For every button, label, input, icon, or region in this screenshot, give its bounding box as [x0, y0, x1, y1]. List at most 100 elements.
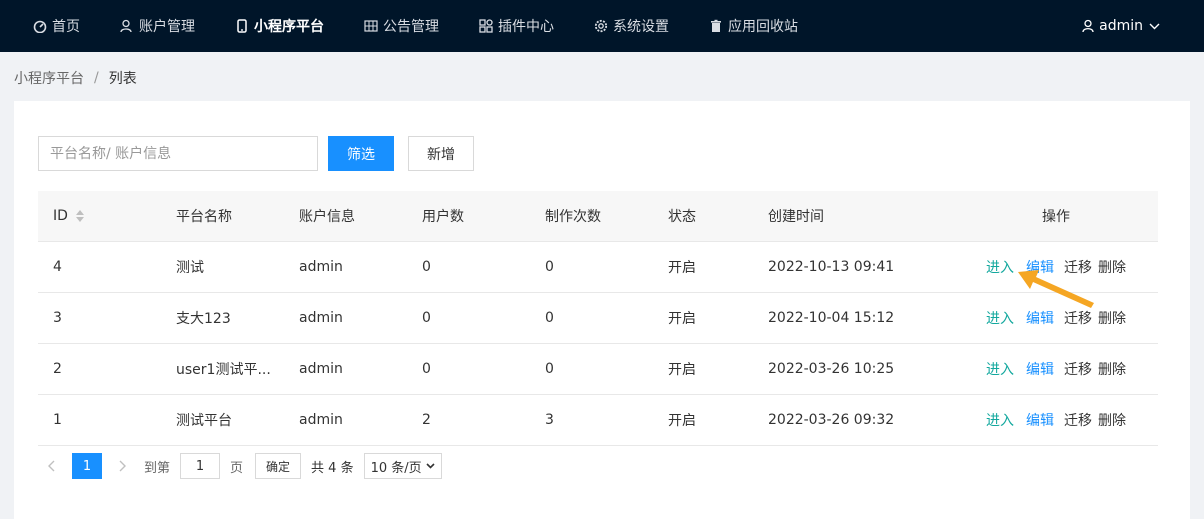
mobile-icon	[235, 19, 249, 33]
breadcrumb-current: 列表	[108, 71, 137, 87]
content-card: 筛选 新增 ID 平台名称 账户信息 用户数 制作次数 状态 创建时间 操作 4…	[14, 101, 1190, 519]
column-header-created: 创建时间	[768, 209, 824, 225]
sort-icon[interactable]	[75, 210, 84, 222]
cell-created: 2022-10-13 09:41	[768, 259, 895, 275]
goto-confirm-button[interactable]: 确定	[255, 453, 302, 479]
column-header-id[interactable]: ID	[53, 208, 84, 224]
cell-id: 4	[53, 259, 62, 275]
table-row: 1 测试平台 admin 2 3 开启 2022-03-26 09:32 进入 …	[38, 395, 1158, 446]
nav-item-accounts[interactable]: 账户管理	[120, 0, 195, 52]
row-actions: 进入 编辑 迁移 删除	[986, 308, 1126, 328]
goto-suffix: 页	[230, 460, 244, 476]
cell-status: 开启	[668, 413, 696, 429]
grid-icon	[364, 19, 378, 33]
nav-item-settings[interactable]: 系统设置	[594, 0, 669, 52]
pagination: 1 到第 1 页 确定 共 4 条 10 条/页	[38, 453, 442, 479]
cell-id: 2	[53, 361, 62, 377]
nav-item-label: 账户管理	[139, 19, 195, 35]
table-header: ID 平台名称 账户信息 用户数 制作次数 状态 创建时间 操作	[38, 191, 1158, 242]
cell-name: 测试	[176, 260, 204, 276]
user-icon	[1081, 19, 1095, 33]
nav-item-label: 插件中心	[498, 19, 554, 35]
cell-account: admin	[299, 259, 343, 275]
nav-item-label: 公告管理	[383, 19, 439, 35]
migrate-link[interactable]: 迁移	[1064, 410, 1092, 430]
edit-link[interactable]: 编辑	[1026, 359, 1054, 379]
user-menu[interactable]: admin	[1081, 0, 1160, 52]
cell-status: 开启	[668, 260, 696, 276]
users-icon	[120, 19, 134, 33]
nav-item-home[interactable]: 首页	[33, 0, 80, 52]
migrate-link[interactable]: 迁移	[1064, 359, 1092, 379]
cell-account: admin	[299, 361, 343, 377]
column-header-status: 状态	[668, 209, 696, 225]
cell-created: 2022-03-26 10:25	[768, 361, 895, 377]
chevron-down-icon	[426, 463, 435, 469]
delete-link[interactable]: 删除	[1098, 308, 1126, 328]
cell-name: 支大123	[176, 311, 231, 327]
edit-link[interactable]: 编辑	[1026, 257, 1054, 277]
page-size-select[interactable]: 10 条/页	[363, 453, 442, 479]
delete-link[interactable]: 删除	[1098, 410, 1126, 430]
apps-icon	[479, 19, 493, 33]
cell-make-count: 0	[545, 259, 554, 275]
cell-created: 2022-03-26 09:32	[768, 412, 895, 428]
goto-page-input[interactable]: 1	[180, 453, 221, 479]
trash-icon	[709, 19, 723, 33]
nav-item-label: 应用回收站	[728, 19, 798, 35]
platform-table: ID 平台名称 账户信息 用户数 制作次数 状态 创建时间 操作 4 测试 ad…	[38, 191, 1158, 446]
delete-link[interactable]: 删除	[1098, 359, 1126, 379]
delete-link[interactable]: 删除	[1098, 257, 1126, 277]
table-row: 3 支大123 admin 0 0 开启 2022-10-04 15:12 进入…	[38, 293, 1158, 344]
top-navigation-bar: 首页 账户管理 小程序平台 公告管理 插件中心 系统设置 应用回收站 admin	[0, 0, 1204, 52]
add-button[interactable]: 新增	[408, 136, 474, 171]
chevron-down-icon	[1149, 23, 1160, 30]
page-size-value: 10 条/页	[370, 460, 422, 476]
column-header-name: 平台名称	[176, 209, 232, 225]
enter-link[interactable]: 进入	[986, 308, 1014, 328]
username: admin	[1099, 18, 1143, 34]
filter-button[interactable]: 筛选	[328, 136, 394, 171]
cell-id: 3	[53, 310, 62, 326]
next-page-icon[interactable]	[110, 453, 136, 479]
row-actions: 进入 编辑 迁移 删除	[986, 410, 1126, 430]
enter-link[interactable]: 进入	[986, 410, 1014, 430]
breadcrumb-parent[interactable]: 小程序平台	[14, 68, 84, 88]
breadcrumb-separator: /	[94, 70, 99, 86]
cell-id: 1	[53, 412, 62, 428]
column-header-make-count: 制作次数	[545, 209, 601, 225]
edit-link[interactable]: 编辑	[1026, 308, 1054, 328]
goto-prefix: 到第	[144, 460, 171, 476]
gear-icon	[594, 19, 608, 33]
cell-status: 开启	[668, 311, 696, 327]
cell-make-count: 0	[545, 310, 554, 326]
nav-item-recycle-bin[interactable]: 应用回收站	[709, 0, 798, 52]
enter-link[interactable]: 进入	[986, 257, 1014, 277]
edit-link[interactable]: 编辑	[1026, 410, 1054, 430]
cell-make-count: 0	[545, 361, 554, 377]
nav-item-plugins[interactable]: 插件中心	[479, 0, 554, 52]
cell-name: 测试平台	[176, 413, 232, 429]
total-count: 共 4 条	[311, 460, 354, 476]
migrate-link[interactable]: 迁移	[1064, 308, 1092, 328]
enter-link[interactable]: 进入	[986, 359, 1014, 379]
cell-name: user1测试平...	[176, 362, 271, 378]
cell-account: admin	[299, 310, 343, 326]
migrate-link[interactable]: 迁移	[1064, 257, 1092, 277]
column-header-users: 用户数	[422, 209, 464, 225]
nav-item-label: 系统设置	[613, 19, 669, 35]
page-number-current[interactable]: 1	[72, 453, 102, 479]
cell-users: 0	[422, 361, 431, 377]
cell-users: 2	[422, 412, 431, 428]
cell-users: 0	[422, 259, 431, 275]
nav-item-label: 小程序平台	[254, 19, 324, 35]
cell-created: 2022-10-04 15:12	[768, 310, 895, 326]
cell-status: 开启	[668, 362, 696, 378]
row-actions: 进入 编辑 迁移 删除	[986, 257, 1126, 277]
breadcrumb: 小程序平台 / 列表	[14, 68, 137, 88]
prev-page-icon[interactable]	[38, 453, 64, 479]
search-input[interactable]	[38, 136, 318, 171]
nav-item-miniprogram[interactable]: 小程序平台	[235, 0, 324, 52]
row-actions: 进入 编辑 迁移 删除	[986, 359, 1126, 379]
nav-item-announcements[interactable]: 公告管理	[364, 0, 439, 52]
